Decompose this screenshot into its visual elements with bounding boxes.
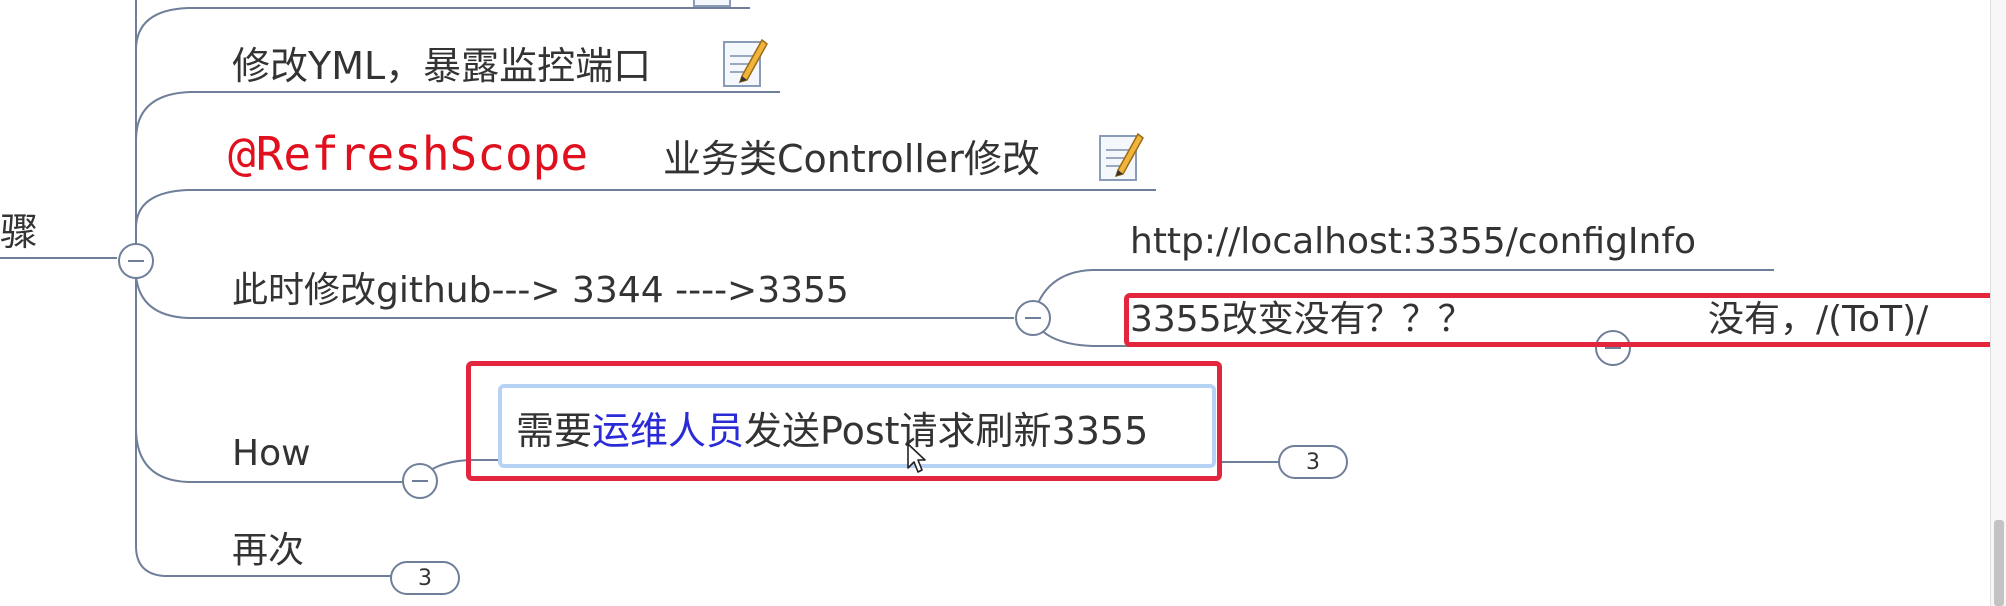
node-ops-request[interactable]: 需要运维人员发送Post请求刷新3355 [498,384,1216,468]
ops-request-text: 需要运维人员发送Post请求刷新3355 [516,412,1148,450]
connector-refresh-scope [135,189,1156,229]
note-icon[interactable] [722,36,768,88]
ops-suffix: 发送Post请求刷新3355 [744,409,1149,453]
collapse-toggle-root[interactable] [118,243,154,279]
collapse-toggle-github[interactable] [1015,300,1051,336]
node-refresh-scope-annotation[interactable]: @RefreshScope [228,131,588,177]
mindmap-canvas: 骤 修改YML，暴露监控端口 @RefreshScope 业务类Controll… [0,0,2006,606]
ops-role-link[interactable]: 运维人员 [592,409,744,453]
scrollbar-thumb[interactable] [1994,520,2004,606]
collapse-toggle-how[interactable] [402,463,438,499]
collapsed-count-badge-again[interactable]: 3 [390,561,460,595]
note-icon[interactable] [692,0,738,8]
ops-prefix: 需要 [516,409,593,453]
node-modify-github[interactable]: 此时修改github---> 3344 ---->3355 [232,273,849,309]
node-changed-question[interactable]: 3355改变没有？？？ [1130,302,1474,338]
node-answer[interactable]: 没有，/(ToT)/ [1708,302,1928,338]
node-again[interactable]: 再次 [232,533,304,569]
node-modify-yml[interactable]: 修改YML，暴露监控端口 [232,47,651,85]
vertical-scrollbar[interactable] [1990,0,2006,606]
node-config-url[interactable]: http://localhost:3355/configInfo [1130,224,1696,260]
node-how[interactable]: How [232,436,311,472]
note-icon[interactable] [1098,130,1144,182]
mouse-cursor-icon [907,443,926,473]
parent-node-label[interactable]: 骤 [0,213,38,251]
collapsed-count-badge-how[interactable]: 3 [1278,445,1348,479]
node-refresh-scope-text[interactable]: 业务类Controller修改 [663,140,1040,178]
